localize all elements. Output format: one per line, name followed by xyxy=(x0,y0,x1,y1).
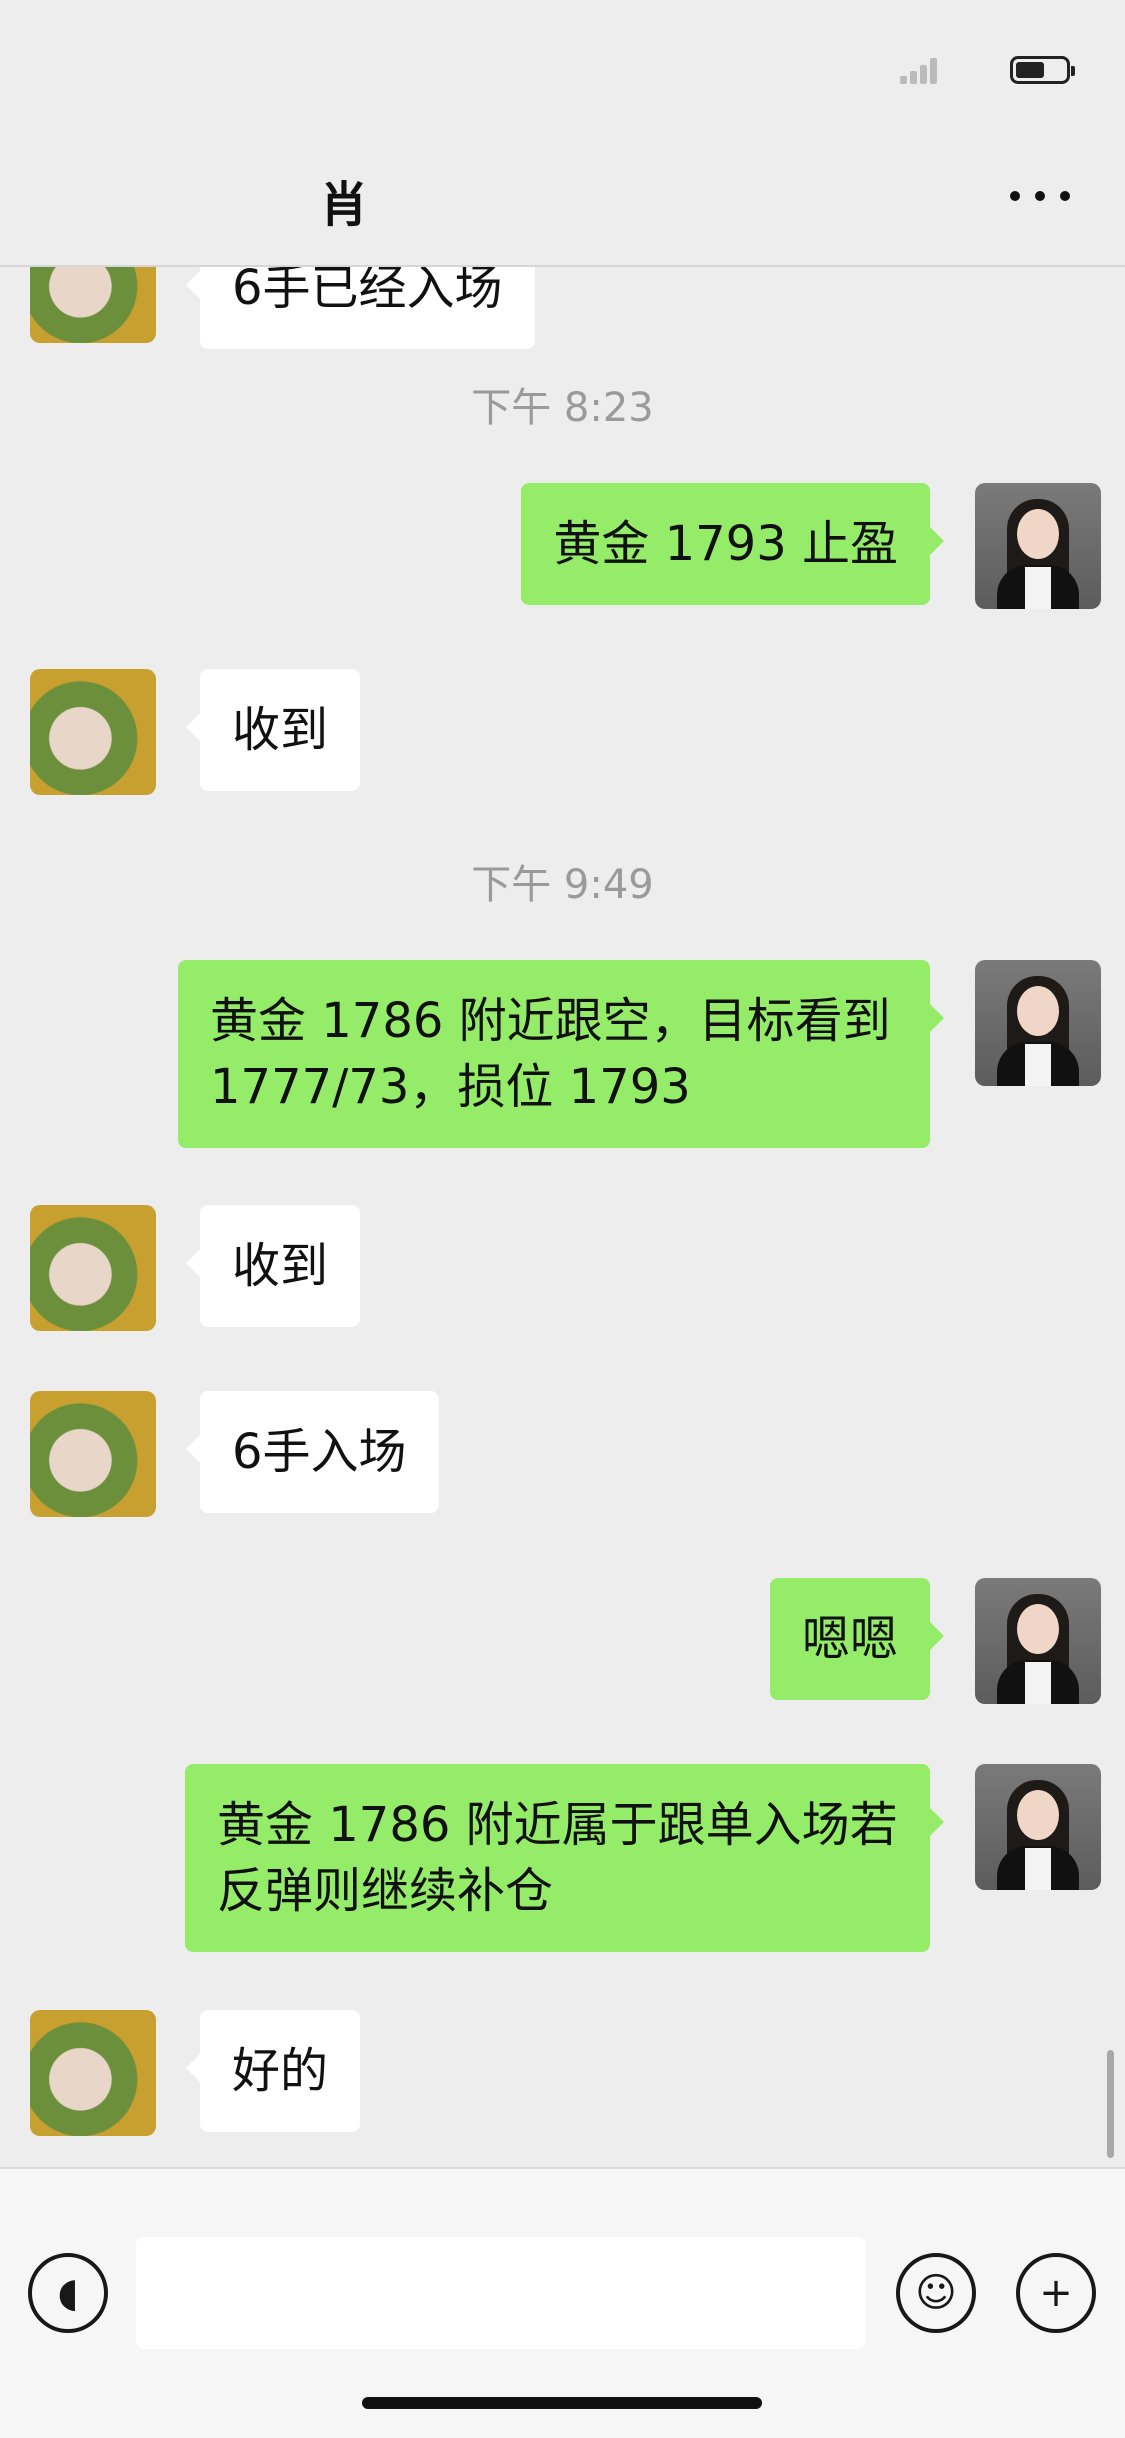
nav-bar: 肖 xyxy=(0,120,1125,267)
voice-icon[interactable]: ◖ xyxy=(28,2253,108,2333)
message-bubble-sent: 黄金 1786 附近属于跟单入场若反弹则继续补仓 xyxy=(185,1764,944,1952)
battery-icon xyxy=(1010,56,1075,84)
input-bar: ◖ ☺ + xyxy=(0,2167,1125,2438)
home-indicator xyxy=(362,2397,762,2409)
my-avatar[interactable] xyxy=(975,483,1101,609)
signal-icon xyxy=(900,58,940,84)
chat-area[interactable]: 6手已经入场 下午 8:23 黄金 1793 止盈 收到 下午 9:49 黄金 … xyxy=(0,267,1125,2167)
message-input[interactable] xyxy=(136,2237,866,2349)
status-bar xyxy=(0,0,1125,120)
my-avatar[interactable] xyxy=(975,1764,1101,1890)
my-avatar[interactable] xyxy=(975,1578,1101,1704)
message-bubble-sent: 黄金 1793 止盈 xyxy=(521,483,944,605)
message-bubble-sent: 黄金 1786 附近跟空，目标看到 1777/73，损位 1793 xyxy=(178,960,944,1148)
message-bubble-received: 好的 xyxy=(185,2010,361,2132)
scrollbar[interactable] xyxy=(1107,2050,1114,2158)
my-avatar[interactable] xyxy=(975,960,1101,1086)
message-bubble-received: 6手已经入场 xyxy=(186,267,535,349)
message-bubble-sent: 嗯嗯 xyxy=(769,1578,945,1700)
more-dots-icon[interactable] xyxy=(1000,175,1080,215)
emoji-icon[interactable]: ☺ xyxy=(896,2253,976,2333)
timestamp: 下午 8:23 xyxy=(471,385,654,431)
contact-avatar[interactable] xyxy=(30,1391,156,1517)
message-bubble-received: 6手入场 xyxy=(186,1391,439,1513)
message-bubble-received: 收到 xyxy=(185,1205,361,1327)
contact-avatar[interactable] xyxy=(30,2010,156,2136)
message-bubble-received: 收到 xyxy=(185,669,361,791)
contact-avatar[interactable] xyxy=(30,267,156,343)
contact-avatar[interactable] xyxy=(30,669,156,795)
contact-avatar[interactable] xyxy=(30,1205,156,1331)
chat-title: 肖 xyxy=(320,177,369,233)
plus-icon[interactable]: + xyxy=(1016,2253,1096,2333)
timestamp: 下午 9:49 xyxy=(471,862,654,908)
